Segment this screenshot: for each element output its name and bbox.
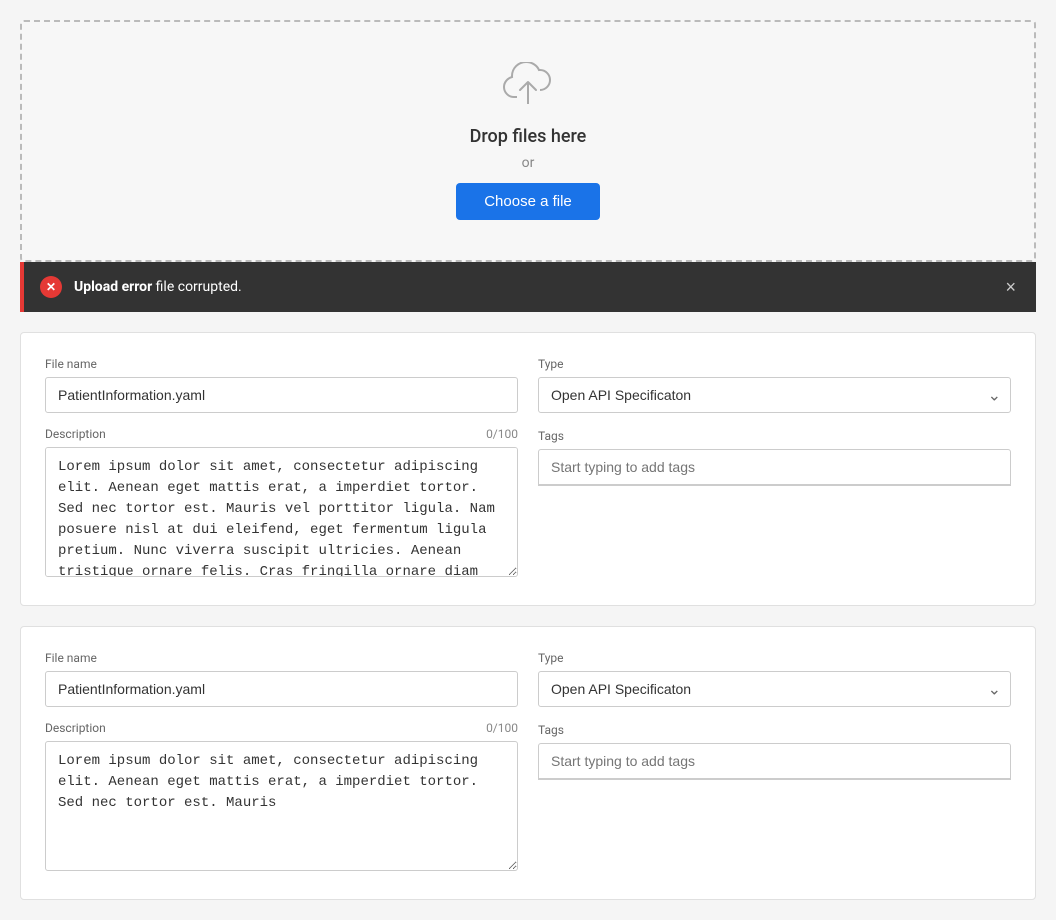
tags-label-1: Tags — [538, 429, 1011, 443]
error-banner: Upload error file corrupted. × — [20, 262, 1036, 312]
file-name-input-1[interactable] — [45, 377, 518, 413]
file-card-2: File name Description 0/100 Type Open — [20, 626, 1036, 900]
type-label-1: Type — [538, 357, 1011, 371]
description-char-count-2: 0/100 — [486, 721, 518, 735]
file-name-input-2[interactable] — [45, 671, 518, 707]
type-label-2: Type — [538, 651, 1011, 665]
type-field-2: Type Open API Specificaton JSON Schema G… — [538, 651, 1011, 707]
error-bold-text: Upload error — [74, 279, 152, 295]
drop-zone[interactable]: Drop files here or Choose a file — [20, 20, 1036, 262]
description-label-row-2: Description 0/100 — [45, 721, 518, 735]
error-icon — [40, 276, 62, 298]
type-select-wrapper-1: Open API Specificaton JSON Schema GraphQ… — [538, 377, 1011, 413]
type-select-2[interactable]: Open API Specificaton JSON Schema GraphQ… — [538, 671, 1011, 707]
drop-files-text: Drop files here — [470, 126, 587, 147]
description-label-2: Description — [45, 721, 106, 735]
file-name-label-1: File name — [45, 357, 518, 371]
error-message: Upload error file corrupted. — [74, 279, 1001, 295]
description-label-row-1: Description 0/100 — [45, 427, 518, 441]
description-char-count-1: 0/100 — [486, 427, 518, 441]
tags-field-2: Tags — [538, 723, 1011, 780]
right-col-1: Type Open API Specificaton JSON Schema G… — [538, 357, 1011, 581]
file-card-1: File name Description 0/100 Type Open — [20, 332, 1036, 606]
type-select-1[interactable]: Open API Specificaton JSON Schema GraphQ… — [538, 377, 1011, 413]
description-label-1: Description — [45, 427, 106, 441]
tags-field-1: Tags — [538, 429, 1011, 486]
drop-or-text: or — [522, 155, 535, 171]
type-select-wrapper-2: Open API Specificaton JSON Schema GraphQ… — [538, 671, 1011, 707]
error-close-button[interactable]: × — [1001, 278, 1020, 296]
file-card-grid-1: File name Description 0/100 Type Open — [45, 357, 1011, 581]
type-field-1: Type Open API Specificaton JSON Schema G… — [538, 357, 1011, 413]
tags-input-1[interactable] — [538, 449, 1011, 486]
page-wrapper: Drop files here or Choose a file Upload … — [0, 0, 1056, 920]
left-col-1: File name Description 0/100 — [45, 357, 518, 581]
error-detail-text: file corrupted. — [152, 279, 242, 295]
upload-cloud-icon — [502, 62, 554, 110]
tags-input-2[interactable] — [538, 743, 1011, 780]
description-textarea-1[interactable] — [45, 447, 518, 577]
choose-file-button[interactable]: Choose a file — [456, 183, 600, 220]
tags-label-2: Tags — [538, 723, 1011, 737]
right-col-2: Type Open API Specificaton JSON Schema G… — [538, 651, 1011, 875]
description-textarea-2[interactable] — [45, 741, 518, 871]
file-name-label-2: File name — [45, 651, 518, 665]
file-card-grid-2: File name Description 0/100 Type Open — [45, 651, 1011, 875]
left-col-2: File name Description 0/100 — [45, 651, 518, 875]
